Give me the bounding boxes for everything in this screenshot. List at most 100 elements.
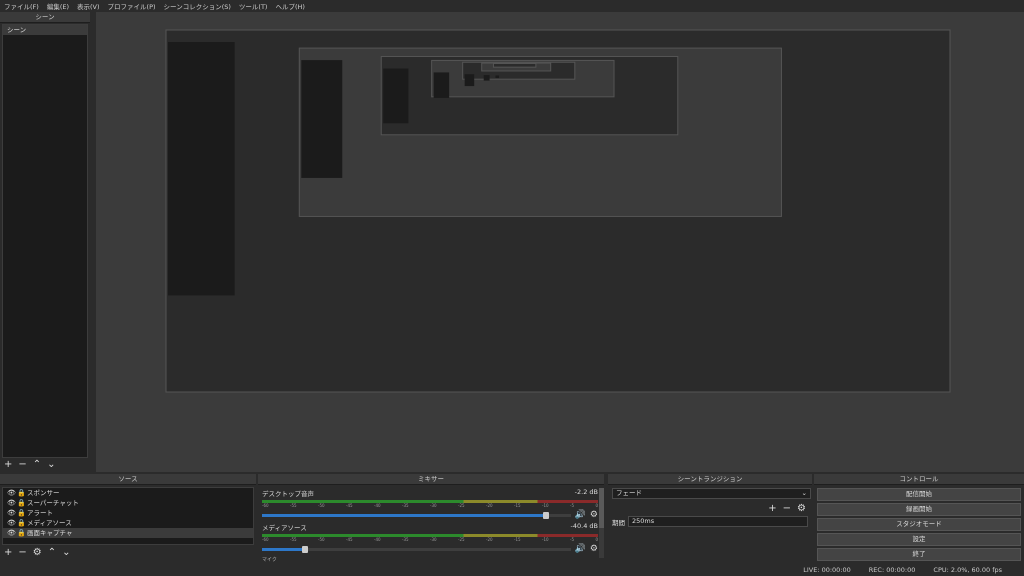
move-down-icon[interactable]: ⌄ <box>62 547 70 558</box>
source-item[interactable]: 👁 🔒 アラート <box>3 508 253 518</box>
volume-slider[interactable] <box>262 545 571 553</box>
mixer-channel-name: メディアソース <box>262 524 307 532</box>
menu-profile[interactable]: プロファイル(P) <box>104 1 160 11</box>
tick: -15 <box>514 537 521 542</box>
transition-toolbar: + − ⚙ <box>764 502 806 514</box>
source-item[interactable]: 👁 🔒 スーパーチャット <box>3 498 253 508</box>
menu-edit[interactable]: 編集(E) <box>43 1 73 11</box>
meter-ticks: -60 -55 -50 -45 -40 -35 -30 -25 -20 -15 -10 -5 0 <box>262 537 598 542</box>
volume-slider[interactable] <box>262 511 571 519</box>
tick: -45 <box>346 537 353 542</box>
source-item[interactable]: 👁 🔒 スポンサー <box>3 488 253 498</box>
tick: -50 <box>318 503 325 508</box>
settings-button[interactable]: 設定 <box>817 533 1021 546</box>
tick: 0 <box>595 537 598 542</box>
transition-select[interactable]: フェード ⌄ <box>612 488 811 499</box>
controls-dock: コントロール 配信開始 録画開始 スタジオモード 設定 終了 <box>814 474 1024 566</box>
lock-icon[interactable]: 🔒 <box>17 488 26 498</box>
speaker-icon[interactable]: 🔊 <box>575 544 586 554</box>
eye-icon[interactable]: 👁 <box>7 488 16 498</box>
eye-icon[interactable]: 👁 <box>7 508 16 518</box>
tick: -45 <box>346 503 353 508</box>
menu-view[interactable]: 表示(V) <box>73 1 104 11</box>
scenes-list[interactable]: シーン <box>2 24 88 458</box>
tick: -35 <box>402 537 409 542</box>
cpu-fps: CPU: 2.0%, 60.00 fps <box>933 566 1002 574</box>
transition-selected: フェード <box>616 489 642 497</box>
start-recording-button[interactable]: 録画開始 <box>817 503 1021 516</box>
exit-button[interactable]: 終了 <box>817 548 1021 561</box>
controls-dock-title: コントロール <box>814 474 1024 485</box>
sources-toolbar: + − ⚙ ⌃ ⌄ <box>0 546 71 558</box>
gear-icon[interactable]: ⚙ <box>590 510 598 520</box>
source-item-selected[interactable]: 👁 🔒 画面キャプチャ <box>3 528 253 538</box>
menu-bar: ファイル(F) 編集(E) 表示(V) プロファイル(P) シーンコレクション(… <box>0 0 1024 12</box>
gear-icon[interactable]: ⚙ <box>797 503 806 514</box>
tick: -55 <box>290 537 297 542</box>
add-source-button[interactable]: + <box>4 547 12 558</box>
tick: -20 <box>486 503 493 508</box>
start-streaming-button[interactable]: 配信開始 <box>817 488 1021 501</box>
tick: -60 <box>262 503 269 508</box>
lock-icon[interactable]: 🔒 <box>17 508 26 518</box>
source-item[interactable]: 👁 🔒 メディアソース <box>3 518 253 528</box>
rec-time: REC: 00:00:00 <box>868 566 916 574</box>
move-up-icon[interactable]: ⌃ <box>48 547 56 558</box>
gear-icon[interactable]: ⚙ <box>33 547 42 558</box>
remove-transition-button[interactable]: − <box>783 503 791 514</box>
tick: -15 <box>514 503 521 508</box>
tick: -35 <box>402 503 409 508</box>
chevron-down-icon: ⌄ <box>801 489 807 497</box>
duration-input[interactable]: 250ms <box>628 516 808 527</box>
move-down-icon[interactable]: ⌄ <box>47 459 55 470</box>
mixer-channel: メディアソース -40.4 dB -60 -55 -50 -45 -40 -35 -30 -2… <box>262 522 598 554</box>
tick: -5 <box>570 537 574 542</box>
mixer-scrollbar[interactable] <box>599 488 604 558</box>
menu-file[interactable]: ファイル(F) <box>0 1 43 11</box>
scene-item-label: シーン <box>7 26 27 34</box>
scenes-toolbar: + − ⌃ ⌄ <box>0 458 56 470</box>
source-label: スポンサー <box>27 489 60 497</box>
duration-row: 期間 250ms <box>612 516 808 527</box>
add-transition-button[interactable]: + <box>768 503 776 514</box>
tick: -10 <box>542 503 549 508</box>
tick: -25 <box>458 503 465 508</box>
lock-icon[interactable]: 🔒 <box>17 498 26 508</box>
nested-scenes-panel <box>495 75 500 79</box>
transitions-dock-title: シーントランジション <box>608 474 812 485</box>
tick: -40 <box>374 537 381 542</box>
eye-icon[interactable]: 👁 <box>7 498 16 508</box>
tick: -55 <box>290 503 297 508</box>
move-up-icon[interactable]: ⌃ <box>33 459 41 470</box>
tick: -20 <box>486 537 493 542</box>
nested-scenes-panel <box>168 42 235 296</box>
transitions-dock: シーントランジション フェード ⌄ + − ⚙ 期間 250ms <box>608 474 812 566</box>
lock-icon[interactable]: 🔒 <box>17 528 26 538</box>
menu-scene-collection[interactable]: シーンコレクション(S) <box>160 1 235 11</box>
mixer-channel-db: -2.2 dB <box>574 488 598 496</box>
studio-mode-button[interactable]: スタジオモード <box>817 518 1021 531</box>
mixer-dock-title: ミキサー <box>258 474 604 485</box>
preview-area[interactable] <box>96 12 1024 472</box>
remove-source-button[interactable]: − <box>18 547 26 558</box>
scenes-dock: シーン シーン + − ⌃ ⌄ <box>0 12 90 472</box>
nested-scenes-panel <box>464 74 475 87</box>
mixer-channel-db: -40.4 dB <box>570 522 598 530</box>
scene-item[interactable]: シーン <box>3 25 87 35</box>
remove-scene-button[interactable]: − <box>18 459 26 470</box>
meter-ticks: -60 -55 -50 -45 -40 -35 -30 -25 -20 -15 -10 -5 0 <box>262 503 598 508</box>
live-time: LIVE: 00:00:00 <box>803 566 851 574</box>
sources-dock: ソース 👁 🔒 スポンサー 👁 🔒 スーパーチャット 👁 🔒 アラート 👁 🔒 メディアソース … <box>0 474 256 576</box>
sources-list[interactable]: 👁 🔒 スポンサー 👁 🔒 スーパーチャット 👁 🔒 アラート 👁 🔒 メディアソース 👁 🔒 画面… <box>2 487 254 545</box>
eye-icon[interactable]: 👁 <box>7 518 16 528</box>
speaker-icon[interactable]: 🔊 <box>575 510 586 520</box>
nested-frame <box>492 62 537 68</box>
eye-icon[interactable]: 👁 <box>7 528 16 538</box>
lock-icon[interactable]: 🔒 <box>17 518 26 528</box>
tick: -30 <box>430 537 437 542</box>
add-scene-button[interactable]: + <box>4 459 12 470</box>
menu-tools[interactable]: ツール(T) <box>235 1 272 11</box>
menu-help[interactable]: ヘルプ(H) <box>271 1 308 11</box>
source-label: スーパーチャット <box>27 499 79 507</box>
gear-icon[interactable]: ⚙ <box>590 544 598 554</box>
